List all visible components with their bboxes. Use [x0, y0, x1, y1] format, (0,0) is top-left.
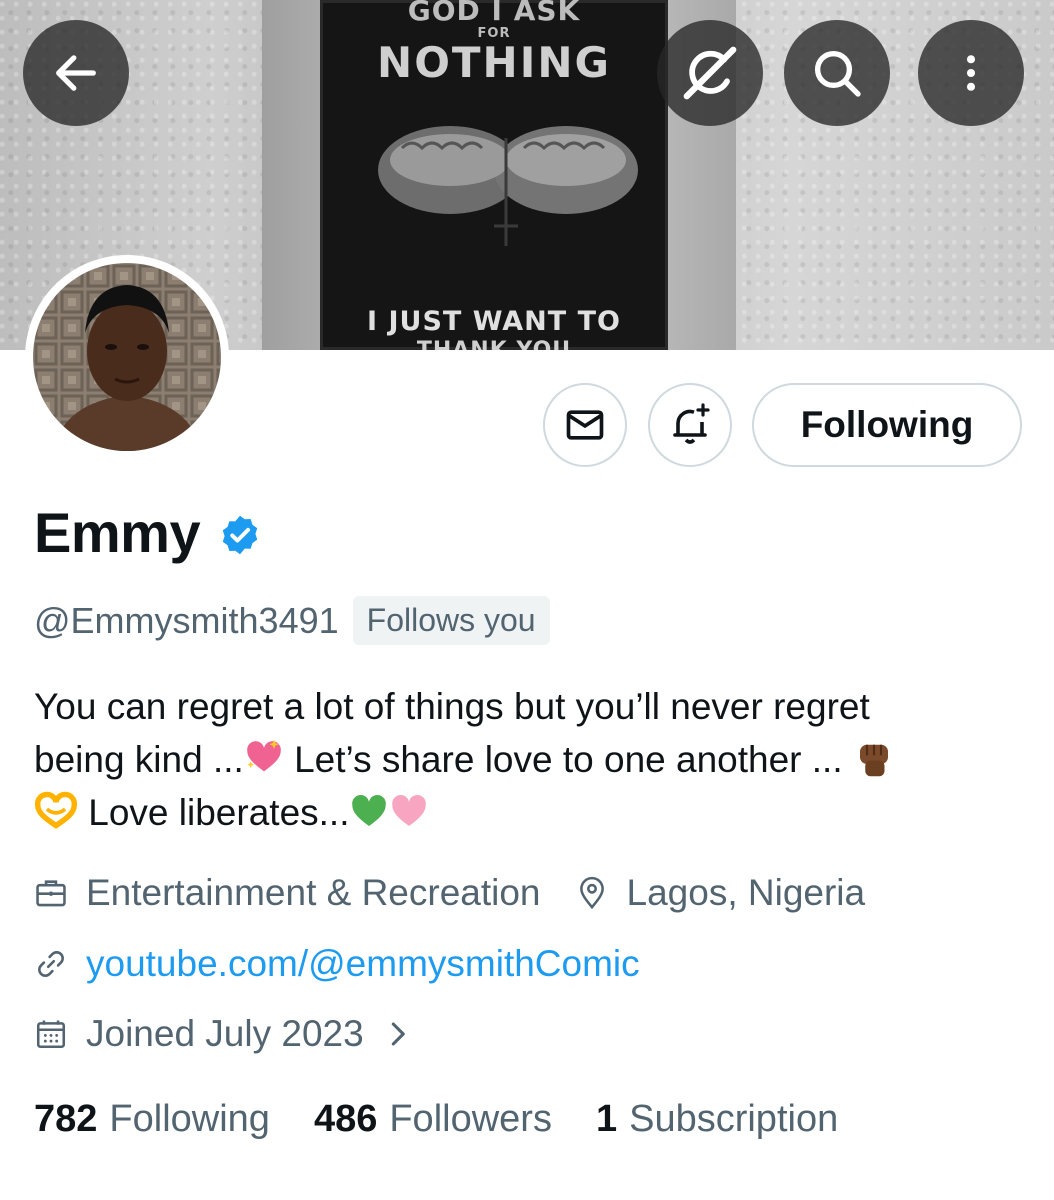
notifications-button[interactable] [648, 383, 732, 467]
following-stat-link[interactable]: 782 Following [34, 1098, 270, 1141]
location-pin-icon [579, 876, 604, 910]
back-button[interactable] [23, 20, 129, 126]
profile-bio: You can regret a lot of things but you’l… [34, 680, 1024, 839]
grok-slash-icon [683, 46, 737, 100]
bell-plus-icon [673, 403, 710, 444]
more-options-button[interactable] [918, 20, 1024, 126]
link-icon [38, 951, 64, 977]
profile-category: Entertainment & Recreation [86, 872, 541, 913]
following-button[interactable]: Following [752, 383, 1022, 467]
profile-website-link[interactable]: youtube.com/@emmysmithComic [86, 943, 640, 985]
bio-line: You can regret a lot of things but you’l… [34, 686, 870, 727]
profile-name-row: Emmy [34, 500, 262, 565]
green-heart-icon [352, 795, 387, 826]
raised-fist-icon [859, 744, 888, 777]
display-name: Emmy [34, 501, 201, 564]
followers-stat-link[interactable]: 486 Followers [314, 1098, 552, 1141]
profile-stats: 782 Following 486 Followers 1 Subscription [34, 1098, 882, 1141]
username-handle: @Emmysmith3491 [34, 599, 339, 641]
briefcase-icon [36, 880, 66, 907]
poster-text-line: I JUST WANT TO [367, 306, 621, 337]
sparkling-heart-icon [246, 739, 281, 772]
following-label: Following [109, 1098, 270, 1140]
calendar-icon [36, 1020, 66, 1049]
handle-row: @Emmysmith3491 Follows you [34, 596, 550, 645]
more-vertical-icon [966, 55, 976, 91]
website-row: youtube.com/@emmysmithComic [34, 943, 640, 985]
subscriptions-label: Subscription [629, 1098, 839, 1140]
message-button[interactable] [543, 383, 627, 467]
followers-label: Followers [389, 1098, 552, 1140]
pink-heart-icon [392, 795, 427, 826]
bio-line: being kind ... [34, 739, 244, 780]
search-icon [814, 50, 861, 97]
profile-location: Lagos, Nigeria [626, 872, 866, 913]
poster-text-line: NOTHING [377, 38, 611, 87]
heart-hands-icon [34, 791, 78, 829]
poster-text-line: GOD I ASK [407, 0, 581, 27]
praying-fists-image [378, 126, 638, 246]
followers-count: 486 [313, 1098, 378, 1140]
envelope-icon [566, 410, 604, 440]
joined-row[interactable]: Joined July 2023 [34, 1013, 430, 1055]
poster-text-line: THANK YOU [320, 338, 668, 350]
chevron-right-icon [391, 1022, 405, 1046]
search-button[interactable] [784, 20, 890, 126]
follows-you-badge: Follows you [352, 596, 550, 645]
verified-badge-icon[interactable] [218, 513, 262, 557]
following-count: 782 [34, 1098, 98, 1140]
bio-line: Love liberates... [78, 792, 350, 833]
arrow-left-icon [56, 55, 96, 91]
subscriptions-count: 1 [595, 1098, 618, 1140]
bio-line: Let’s share love to one another ... [283, 739, 853, 780]
profile-meta-row: Entertainment & Recreation Lagos, Nigeri… [34, 872, 865, 914]
avatar-photo [33, 263, 221, 451]
avatar[interactable] [25, 255, 229, 459]
subscriptions-stat-link[interactable]: 1 Subscription [596, 1098, 838, 1141]
joined-date: Joined July 2023 [86, 1013, 364, 1054]
grok-button[interactable] [657, 20, 763, 126]
